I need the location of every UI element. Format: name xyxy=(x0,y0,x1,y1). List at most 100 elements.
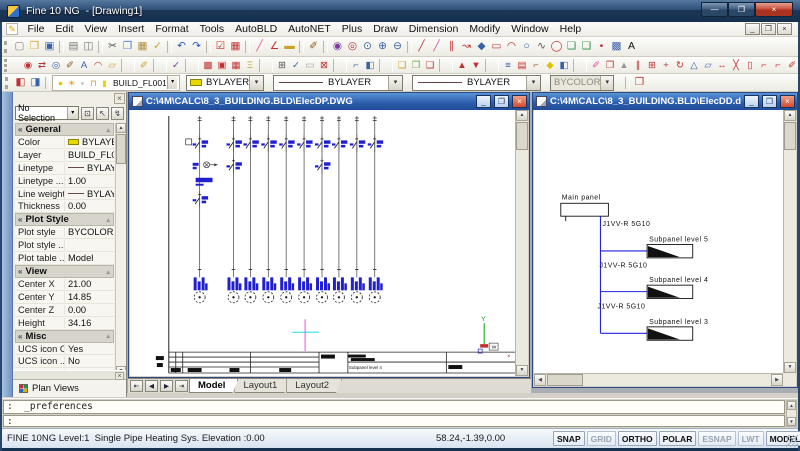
scroll-thumb[interactable] xyxy=(516,122,528,150)
zoom-realtime-icon[interactable]: ◉ xyxy=(330,39,345,54)
tab-prev-button[interactable]: ◀ xyxy=(145,380,158,392)
mdi-minimize-button[interactable]: _ xyxy=(745,23,760,35)
status-toggle[interactable]: ORTHO xyxy=(618,431,657,446)
scroll-thumb[interactable] xyxy=(784,122,796,150)
save-icon[interactable]: ▣ xyxy=(42,39,57,54)
property-value[interactable]: BUILD_FL001_US xyxy=(65,150,114,160)
elecdp-title-bar[interactable]: C:\4M\CALC\8_3_BUILDING.BLD\ElecDP.DWG _… xyxy=(129,93,529,110)
property-value[interactable]: 0.00 xyxy=(65,305,114,315)
property-value[interactable]: No xyxy=(65,356,114,366)
undo-icon[interactable]: ↶ xyxy=(174,39,189,54)
tab-next-button[interactable]: ▶ xyxy=(160,380,173,392)
insert-block-icon[interactable]: ❏ xyxy=(564,39,579,54)
sheet-b-icon[interactable]: ❐ xyxy=(409,59,423,72)
palette-splitter[interactable]: × xyxy=(13,370,126,380)
break-icon[interactable]: ▯ xyxy=(743,59,757,72)
make-object-layer-icon[interactable]: ◧ xyxy=(13,75,28,90)
view-box-icon[interactable]: ⊠ xyxy=(317,59,331,72)
scroll-left-icon[interactable]: ◀ xyxy=(534,374,546,386)
close-button[interactable]: × xyxy=(755,2,793,17)
child-minimize-button[interactable]: _ xyxy=(744,95,759,108)
gradient-icon[interactable]: Ξ xyxy=(243,59,257,72)
scroll-down-icon[interactable]: ▼ xyxy=(516,365,528,376)
property-value[interactable]: Yes xyxy=(65,344,114,354)
child-close-button[interactable]: × xyxy=(512,95,527,108)
layer-previous2-icon[interactable]: ◨ xyxy=(28,75,43,90)
fillet-icon[interactable]: ⌐ xyxy=(771,59,785,72)
hatch-pattern-1-icon[interactable]: ▩ xyxy=(201,59,215,72)
layer-on-icon[interactable]: ● xyxy=(55,76,66,90)
polyline-icon[interactable]: ↝ xyxy=(459,39,474,54)
scale-icon[interactable]: △ xyxy=(687,59,701,72)
tab-layout1[interactable]: Layout1 xyxy=(234,379,290,393)
scroll-up-icon[interactable]: ▲ xyxy=(784,110,796,121)
line-icon[interactable]: ╱ xyxy=(414,39,429,54)
print-icon[interactable]: ▤ xyxy=(66,39,81,54)
scroll-up-icon[interactable]: ▲ xyxy=(116,123,126,133)
mdi-close-button[interactable]: × xyxy=(777,23,792,35)
section-header-misc[interactable]: « Misc ▴ xyxy=(15,330,114,343)
circle-icon[interactable]: ○ xyxy=(519,39,534,54)
child-restore-button[interactable]: ❐ xyxy=(494,95,509,108)
tab-last-button[interactable]: ⇥ xyxy=(175,380,188,392)
menu-item[interactable]: Draw xyxy=(368,22,404,36)
text-icon[interactable]: A xyxy=(624,39,639,54)
elecdd-canvas[interactable]: Main panel J1VV-R 5G10 J1VV-R 5G10 J1VV-… xyxy=(534,110,783,373)
point-icon[interactable]: • xyxy=(594,39,609,54)
text-style-icon[interactable]: A xyxy=(77,59,91,72)
status-toggle[interactable]: ESNAP xyxy=(698,431,735,446)
edit-table-icon[interactable]: ▦ xyxy=(228,39,243,54)
elecdd-vscrollbar[interactable]: ▲ ▼ xyxy=(783,110,796,373)
elecdd-title-bar[interactable]: C:\4M\CALC\8_3_BUILDING.BLD\ElecDD.dwg _… xyxy=(533,93,797,110)
ucs-dialog-icon[interactable]: ◧ xyxy=(363,59,377,72)
command-scrollbar[interactable]: ▲ ▼ xyxy=(786,400,797,427)
mirror-icon[interactable]: ▲ xyxy=(617,59,631,72)
zoom-previous-icon[interactable]: ⊙ xyxy=(360,39,375,54)
menu-item[interactable]: Help xyxy=(554,22,587,36)
stretch-icon[interactable]: ▱ xyxy=(701,59,715,72)
linetype-dropdown-caret[interactable]: ▾ xyxy=(388,76,402,90)
menu-item[interactable]: Dimension xyxy=(403,22,464,36)
child-close-button[interactable]: × xyxy=(780,95,795,108)
property-value[interactable]: 21.00 xyxy=(65,279,114,289)
zoom-scale-icon[interactable]: ◎ xyxy=(49,59,63,72)
spline-icon[interactable]: ∿ xyxy=(534,39,549,54)
layer-properties-icon[interactable]: ❐ xyxy=(632,75,647,90)
mdi-restore-button[interactable]: ❐ xyxy=(761,23,776,35)
status-toggle[interactable]: LWT xyxy=(738,431,764,446)
rectangle-icon[interactable]: ▭ xyxy=(489,39,504,54)
command-history-line[interactable]: : _preferences xyxy=(3,400,785,414)
multiline-icon[interactable]: ∥ xyxy=(444,39,459,54)
lineweight-dropdown-caret[interactable]: ▾ xyxy=(526,76,540,90)
zoom-dynamic-icon[interactable]: ◉ xyxy=(21,59,35,72)
pan-icon[interactable]: ⇄ xyxy=(35,59,49,72)
scroll-up-icon[interactable]: ▲ xyxy=(516,110,528,121)
select-objects-button[interactable]: ↖ xyxy=(96,107,109,120)
menu-item[interactable]: Tools xyxy=(194,22,230,36)
layer-list-icon[interactable]: ≡ xyxy=(501,59,515,72)
layer-dropdown-caret[interactable]: ▾ xyxy=(167,76,177,89)
section-header-plotstyle[interactable]: « Plot Style ▴ xyxy=(15,213,114,226)
cut-icon[interactable]: ✂ xyxy=(105,39,120,54)
zoom-out-icon[interactable]: ⊖ xyxy=(390,39,405,54)
tab-first-button[interactable]: ⇤ xyxy=(130,380,143,392)
copy-object-icon[interactable]: ❐ xyxy=(603,59,617,72)
selection-dropdown[interactable]: No Selection ▾ xyxy=(15,106,79,120)
copy-icon[interactable]: ❐ xyxy=(120,39,135,54)
explode-icon[interactable]: ✐ xyxy=(785,59,798,72)
palette-title-strip[interactable] xyxy=(2,92,13,397)
property-value[interactable]: BYCOLOR xyxy=(65,227,114,237)
menu-item[interactable]: File xyxy=(22,22,50,36)
elecdp-canvas[interactable]: Y W × xyxy=(130,110,515,376)
hatch-icon[interactable]: ▩ xyxy=(609,39,624,54)
color-dropdown-caret[interactable]: ▾ xyxy=(249,76,263,90)
layer-tools-icon[interactable]: ⌐ xyxy=(529,59,543,72)
vertex-edit-icon[interactable]: ∠ xyxy=(267,39,282,54)
menu-item[interactable]: AutoNET xyxy=(283,22,337,36)
palette-close-icon[interactable]: × xyxy=(114,93,125,104)
hatch-pattern-3-icon[interactable]: ▦ xyxy=(229,59,243,72)
menu-item[interactable]: Window xyxy=(506,22,554,36)
section-header-view[interactable]: « View ▴ xyxy=(15,265,114,278)
property-value[interactable]: Model xyxy=(65,253,114,263)
level-up-icon[interactable]: ▲ xyxy=(455,59,469,72)
